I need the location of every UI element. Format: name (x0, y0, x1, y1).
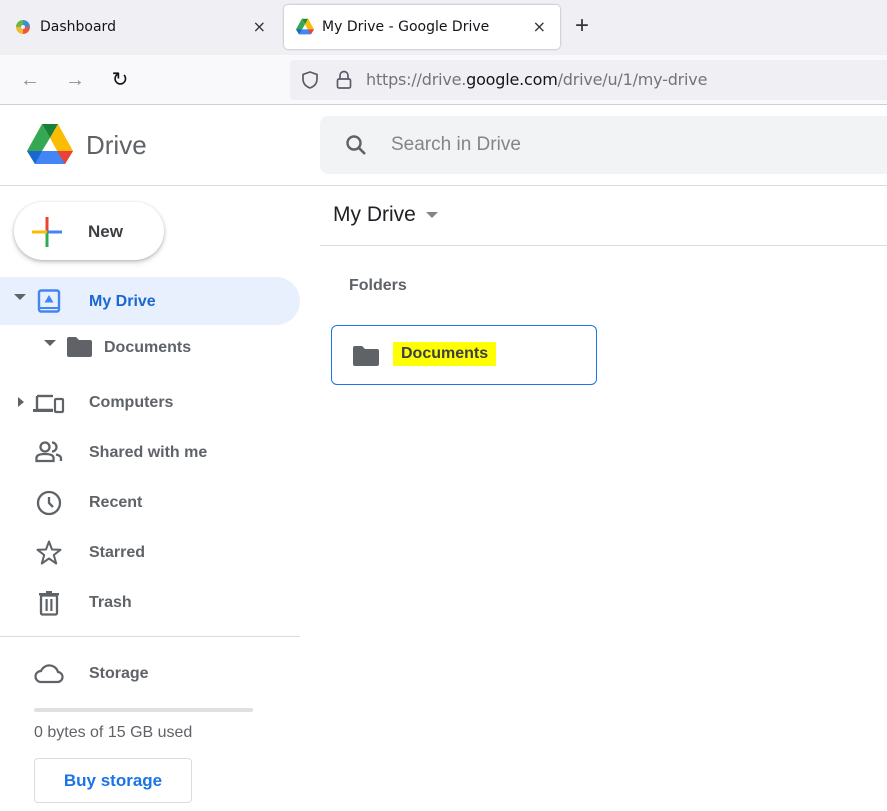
sidebar-item-trash[interactable]: Trash (0, 578, 300, 626)
sidebar-item-label: Recent (89, 494, 143, 511)
tab-title: My Drive - Google Drive (322, 19, 490, 35)
tab-google-drive[interactable]: My Drive - Google Drive × (284, 5, 560, 49)
page-title: My Drive (333, 203, 416, 226)
google-drive-icon (296, 18, 314, 35)
my-drive-icon (37, 289, 61, 313)
sidebar-item-documents[interactable]: Documents (0, 323, 300, 371)
browser-nav-bar: ← → ↻ https://drive.google.com/drive/u/1… (0, 55, 887, 105)
sidebar-item-label: Documents (104, 339, 192, 356)
sidebar-item-starred[interactable]: Starred (0, 528, 300, 576)
new-tab-button[interactable]: + (575, 14, 589, 38)
sidebar-item-shared-with-me[interactable]: Shared with me (0, 428, 300, 476)
sidebar-item-storage[interactable]: Storage (0, 649, 300, 697)
computers-icon (33, 394, 65, 414)
tab-dashboard[interactable]: Dashboard × (0, 5, 280, 49)
buy-storage-button[interactable]: Buy storage (34, 758, 192, 803)
clock-icon (36, 490, 62, 516)
sidebar-item-label: Trash (89, 594, 132, 611)
url-prefix: https://drive. (366, 70, 467, 89)
reload-button[interactable]: ↻ (109, 69, 131, 91)
drive-header: Drive Search in Drive (0, 106, 887, 186)
folder-card-documents[interactable]: Documents (331, 325, 597, 385)
url-path: /drive/u/1/my-drive (557, 70, 708, 89)
swirl-icon (16, 20, 30, 34)
browser-tab-bar: Dashboard × My Drive - Google Drive × + (0, 0, 887, 55)
sidebar-item-my-drive[interactable]: My Drive (0, 277, 300, 325)
search-icon[interactable] (344, 133, 368, 157)
address-bar[interactable]: https://drive.google.com/drive/u/1/my-dr… (290, 60, 887, 100)
shared-icon (35, 441, 63, 463)
star-icon (36, 540, 62, 565)
close-tab-icon[interactable]: × (253, 17, 266, 36)
lock-icon[interactable] (334, 69, 354, 91)
back-button[interactable]: ← (19, 69, 41, 91)
cloud-icon (34, 664, 64, 684)
search-input[interactable]: Search in Drive (320, 116, 887, 174)
sidebar-item-label: My Drive (89, 293, 156, 310)
sidebar-item-recent[interactable]: Recent (0, 478, 300, 526)
folder-icon (67, 337, 92, 357)
folders-section-label: Folders (349, 277, 407, 294)
tab-title: Dashboard (40, 19, 116, 35)
forward-button[interactable]: → (64, 69, 86, 91)
storage-progress-bar (34, 708, 253, 712)
storage-usage-text: 0 bytes of 15 GB used (34, 724, 193, 741)
sidebar-item-label: Storage (89, 665, 149, 682)
expand-arrow-icon[interactable] (44, 340, 56, 346)
new-button-label: New (88, 222, 123, 241)
sidebar-item-label: Shared with me (89, 444, 208, 461)
chevron-down-icon (425, 212, 438, 219)
shield-icon[interactable] (300, 70, 320, 90)
trash-icon (39, 591, 59, 616)
sidebar-divider (0, 636, 300, 637)
plus-icon (32, 217, 62, 247)
expand-arrow-icon[interactable] (14, 294, 26, 300)
folder-icon (353, 346, 379, 366)
expand-arrow-icon[interactable] (18, 397, 24, 407)
sidebar-item-computers[interactable]: Computers (0, 378, 300, 426)
url-domain: google.com (466, 70, 558, 89)
page-title-dropdown[interactable]: My Drive (333, 203, 438, 227)
url-text[interactable]: https://drive.google.com/drive/u/1/my-dr… (366, 70, 707, 89)
close-tab-icon[interactable]: × (533, 17, 546, 36)
google-drive-logo-icon[interactable] (27, 124, 73, 166)
main-divider (320, 245, 887, 246)
brand-name[interactable]: Drive (86, 130, 147, 161)
search-placeholder: Search in Drive (391, 134, 521, 155)
new-button[interactable]: New (14, 202, 164, 260)
sidebar-item-label: Computers (89, 394, 174, 411)
folder-name: Documents (393, 342, 497, 366)
sidebar-item-label: Starred (89, 544, 146, 561)
